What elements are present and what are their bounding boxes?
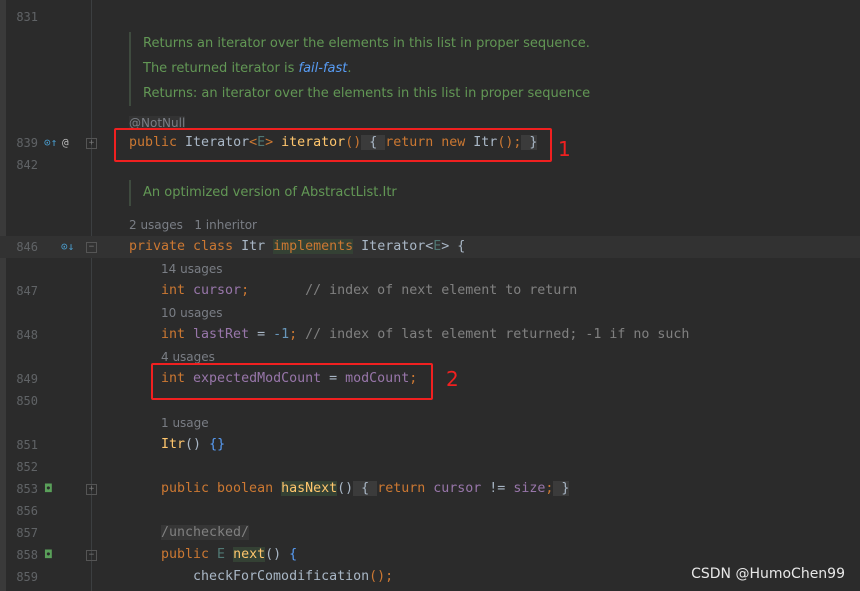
- line-number: 848: [16, 328, 38, 342]
- editor-row-hint: 10 usages: [0, 302, 860, 324]
- at-icon[interactable]: @: [62, 132, 69, 154]
- fold-expand-icon[interactable]: +: [86, 138, 97, 149]
- code-line[interactable]: /unchecked/: [161, 522, 250, 544]
- editor-row-hint: 1 usage: [0, 412, 860, 434]
- fold-collapse-icon[interactable]: −: [86, 242, 97, 253]
- usages-hint[interactable]: 10 usages: [161, 302, 223, 324]
- javadoc-text: The returned iterator is fail-fast.: [143, 61, 352, 76]
- javadoc-text: Returns an iterator over the elements in…: [143, 36, 590, 51]
- code-token: public: [161, 547, 218, 562]
- code-token: -1: [273, 327, 290, 342]
- editor-row-code: 853 ◘ + public boolean hasNext() { return c…: [0, 478, 860, 500]
- line-number: 842: [16, 158, 38, 172]
- code-token: // index of next element to return: [249, 283, 578, 298]
- javadoc-bar: [129, 180, 131, 206]
- line-number: 856: [16, 504, 38, 518]
- line-number: 847: [16, 284, 38, 298]
- code-token: =: [249, 327, 274, 342]
- code-token: checkForComodification: [193, 569, 370, 584]
- code-token: implements: [273, 239, 354, 254]
- code-token: ;: [289, 327, 306, 342]
- code-token: cursor: [193, 283, 242, 298]
- code-token: private class: [129, 239, 242, 254]
- code-line[interactable]: private class Itr implements Iterator<E>…: [129, 236, 465, 258]
- editor-row-code: 856: [0, 500, 860, 522]
- code-token: int: [161, 283, 194, 298]
- override-up-icon[interactable]: ⊙↑: [44, 132, 57, 154]
- line-number: 839: [16, 136, 38, 150]
- code-line[interactable]: Itr() {}: [161, 434, 225, 456]
- line-number: 850: [16, 394, 38, 408]
- code-token: public boolean: [161, 481, 282, 496]
- marker-1: 1: [558, 137, 571, 161]
- editor-row-hint: 14 usages: [0, 258, 860, 280]
- javadoc-link[interactable]: fail-fast: [299, 61, 348, 76]
- javadoc-text: Returns: an iterator over the elements i…: [143, 86, 591, 101]
- code-token: (): [265, 547, 290, 562]
- implements-method-icon[interactable]: ◘: [45, 544, 52, 566]
- editor-row-code: 858 ◘ − public E next() {: [0, 544, 860, 566]
- editor-row-code: 852: [0, 456, 860, 478]
- editor-row-code: 847 int cursor; // index of next element …: [0, 280, 860, 302]
- code-token: lastRet: [193, 327, 250, 342]
- code-token: size: [513, 481, 546, 496]
- usages-hint[interactable]: 1 usage: [161, 412, 209, 434]
- code-token: ();: [369, 569, 394, 584]
- code-token: Iterator: [353, 239, 426, 254]
- code-token: > {: [441, 239, 466, 254]
- line-number: 852: [16, 460, 38, 474]
- code-token: ;: [241, 283, 250, 298]
- line-number: 858: [16, 548, 38, 562]
- fold-expand-icon[interactable]: +: [86, 484, 97, 495]
- code-token: // index of last element returned; -1 if…: [305, 327, 690, 342]
- line-number: 849: [16, 372, 38, 386]
- code-editor[interactable]: 831 Returns an iterator over the elements…: [0, 0, 860, 591]
- editor-row-code: 851 Itr() {}: [0, 434, 860, 456]
- code-token: (): [337, 481, 354, 496]
- watermark: CSDN @HumoChen99: [691, 566, 845, 582]
- code-line[interactable]: int lastRet = -1; // index of last eleme…: [161, 324, 689, 346]
- code-line[interactable]: public boolean hasNext() { return cursor…: [161, 478, 570, 500]
- implemented-down-icon[interactable]: ⊙↓: [61, 236, 74, 258]
- editor-row-hint: 2 usages 1 inheritor: [0, 214, 860, 236]
- marker-2: 2: [446, 367, 459, 391]
- code-line[interactable]: checkForComodification();: [193, 566, 393, 588]
- line-number: 846: [16, 240, 38, 254]
- editor-row-code: 857/unchecked/: [0, 522, 860, 544]
- usages-hint[interactable]: 2 usages 1 inheritor: [129, 214, 257, 236]
- code-token: (): [185, 437, 210, 452]
- code-token: Itr: [161, 437, 186, 452]
- code-token: next: [233, 547, 266, 562]
- code-token: hasNext: [281, 481, 338, 496]
- line-number: 831: [16, 10, 38, 24]
- code-token: int: [161, 327, 194, 342]
- code-token: !=: [481, 481, 514, 496]
- editor-row-code: 831: [0, 6, 860, 28]
- code-token: {: [353, 481, 378, 496]
- line-number: 859: [16, 570, 38, 584]
- fold-collapse-icon[interactable]: −: [86, 550, 97, 561]
- code-token: {}: [209, 437, 226, 452]
- code-token: }: [553, 481, 570, 496]
- editor-row-code: 848 int lastRet = -1; // index of last el…: [0, 324, 860, 346]
- highlight-box-2: [151, 363, 433, 400]
- usages-hint[interactable]: 14 usages: [161, 258, 223, 280]
- line-number: 851: [16, 438, 38, 452]
- javadoc-bar: [129, 32, 131, 106]
- code-token: /unchecked/: [161, 525, 250, 540]
- line-number: 857: [16, 526, 38, 540]
- code-token: Itr: [241, 239, 274, 254]
- implements-method-icon[interactable]: ◘: [45, 478, 52, 500]
- code-token: cursor: [433, 481, 482, 496]
- line-number: 853: [16, 482, 38, 496]
- highlight-box-1: [114, 128, 552, 162]
- code-token: E: [217, 547, 234, 562]
- javadoc-text: An optimized version of AbstractList.Itr: [143, 185, 397, 200]
- code-line[interactable]: public E next() {: [161, 544, 297, 566]
- code-token: {: [289, 547, 298, 562]
- code-line[interactable]: int cursor; // index of next element to …: [161, 280, 577, 302]
- editor-row-code: 846 ⊙↓ − private class Itr implements Itera…: [0, 236, 860, 258]
- code-token: return: [377, 481, 434, 496]
